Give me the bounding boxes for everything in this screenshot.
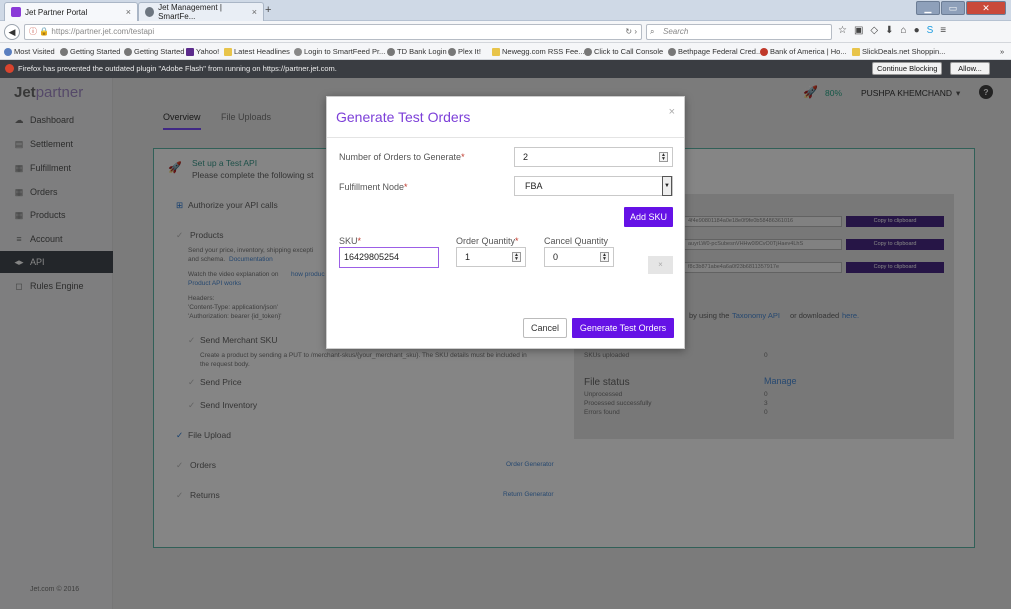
menu-icon[interactable]: ≡ — [940, 25, 946, 36]
generate-test-orders-button[interactable]: Generate Test Orders — [572, 318, 674, 338]
yahoo-icon — [186, 47, 194, 56]
folder-icon — [852, 47, 860, 56]
home-icon[interactable]: ⌂ — [901, 25, 907, 36]
tab-jet-partner-portal[interactable]: Jet Partner Portal × — [4, 2, 138, 21]
bookmark-item[interactable]: SlickDeals.net Shoppin... — [852, 47, 945, 56]
num-orders-label: Number of Orders to Generate* — [339, 152, 465, 162]
reading-list-icon[interactable]: ▣ — [854, 25, 863, 36]
bookmark-icon — [60, 47, 68, 56]
bookmark-item[interactable]: Login to SmartFeed Pr... — [294, 47, 385, 56]
bookmark-item[interactable]: Plex It! — [448, 47, 481, 56]
bookmark-item[interactable]: Bethpage Federal Cred... — [668, 47, 762, 56]
tab-close-icon[interactable]: × — [252, 7, 257, 17]
fulfillment-node-select[interactable]: FBA ▼ — [514, 176, 673, 196]
bookmark-item[interactable]: Yahoo! — [186, 47, 219, 56]
order-quantity-label: Order Quantity* — [456, 236, 519, 246]
add-sku-button[interactable]: Add SKU — [624, 207, 673, 227]
cancel-quantity-field[interactable]: 0 ▲ ▼ — [544, 247, 614, 267]
bookmark-item[interactable]: Bank of America | Ho... — [760, 47, 847, 56]
tab-close-icon[interactable]: × — [126, 7, 131, 17]
stepper-icon[interactable]: ▲ ▼ — [600, 252, 609, 262]
plugin-notification-bar: Firefox has prevented the outdated plugi… — [0, 60, 1011, 78]
bank-icon — [760, 47, 768, 56]
order-quantity-field[interactable]: 1 ▲ ▼ — [456, 247, 526, 267]
folder-icon — [224, 47, 232, 56]
generate-test-orders-modal: Generate Test Orders × Number of Orders … — [326, 96, 685, 349]
remove-sku-button[interactable]: × — [648, 256, 673, 274]
fulfillment-node-label: Fulfillment Node* — [339, 182, 408, 192]
sku-input[interactable]: 16429805254 — [339, 247, 439, 268]
close-window-icon[interactable]: ✕ — [966, 1, 1006, 15]
maximize-icon[interactable]: ▭ — [941, 1, 965, 15]
site-identity-icon[interactable]: ⓘ 🔒 — [29, 27, 49, 36]
cancel-button[interactable]: Cancel — [523, 318, 567, 338]
url-path: /testapi — [128, 27, 155, 36]
tab-jet-management[interactable]: Jet Management | SmartFe... × — [138, 2, 264, 21]
url-bar[interactable]: ⓘ 🔒 https://partner.jet.com/testapi ↻ › — [24, 24, 642, 40]
bookmark-item[interactable]: Most Visited — [4, 47, 55, 56]
plugin-message: Firefox has prevented the outdated plugi… — [18, 64, 337, 73]
bookmark-icon — [4, 47, 12, 56]
close-icon[interactable]: × — [669, 106, 675, 118]
toolbar-icons: ☆ ▣ ◇ ⬇ ⌂ ● S ≡ — [838, 25, 946, 36]
chevron-down-icon: ▼ — [662, 176, 672, 196]
bookmark-icon — [294, 47, 302, 56]
bookmark-item[interactable]: Latest Headlines — [224, 47, 290, 56]
skype-icon[interactable]: S — [927, 25, 934, 36]
search-icon: ⌕ — [650, 27, 655, 36]
divider — [327, 137, 684, 138]
continue-blocking-button[interactable]: Continue Blocking — [872, 62, 943, 75]
pocket-icon[interactable]: ◇ — [870, 25, 878, 36]
warning-icon — [5, 64, 14, 73]
num-orders-field[interactable]: 2 ▲ ▼ — [514, 147, 673, 167]
cancel-quantity-label: Cancel Quantity — [544, 236, 609, 246]
bookmark-item[interactable]: TD Bank Login — [387, 47, 447, 56]
tab-label: Jet Partner Portal — [25, 7, 88, 17]
browser-titlebar: Jet Partner Portal × Jet Management | Sm… — [0, 0, 1011, 21]
download-icon[interactable]: ⬇ — [885, 25, 893, 36]
reload-icon[interactable]: ↻ › — [625, 25, 637, 39]
new-tab-button[interactable]: + — [265, 4, 271, 16]
tab-label: Jet Management | SmartFe... — [158, 3, 222, 21]
search-input[interactable]: ⌕ Search — [646, 24, 832, 40]
bookmarks-bar: Most Visited Getting Started Getting Sta… — [0, 43, 1011, 60]
bookmark-icon — [448, 47, 456, 56]
bookmark-icon — [124, 47, 132, 56]
bookmark-item[interactable]: Newegg.com RSS Fee... — [492, 47, 585, 56]
smartfeed-favicon-icon — [145, 7, 155, 17]
back-arrow-icon[interactable]: ◀ — [4, 24, 20, 40]
sku-label: SKU* — [339, 236, 362, 246]
bookmark-icon — [387, 47, 395, 56]
stepper-icon[interactable]: ▲ ▼ — [659, 152, 668, 162]
bookmark-icon — [584, 47, 592, 56]
url-domain: https://partner.jet.com — [51, 27, 129, 36]
search-placeholder: Search — [663, 27, 689, 36]
bookmark-item[interactable]: Getting Started — [60, 47, 120, 56]
folder-icon — [492, 47, 500, 56]
stepper-icon[interactable]: ▲ ▼ — [512, 252, 521, 262]
bookmark-item[interactable]: Click to Call Console — [584, 47, 663, 56]
allow-button[interactable]: Allow... — [950, 62, 990, 75]
chat-icon[interactable]: ● — [914, 25, 920, 36]
bookmark-item[interactable]: Getting Started — [124, 47, 184, 56]
bookmark-star-icon[interactable]: ☆ — [838, 25, 847, 36]
modal-title: Generate Test Orders — [336, 109, 471, 125]
navigation-bar: ◀ ⓘ 🔒 https://partner.jet.com/testapi ↻ … — [0, 21, 1011, 43]
bookmark-icon — [668, 47, 676, 56]
minimize-icon[interactable]: ▁ — [916, 1, 940, 15]
jet-favicon-icon — [11, 7, 21, 17]
bookmarks-overflow-icon[interactable]: » — [1000, 47, 1004, 56]
